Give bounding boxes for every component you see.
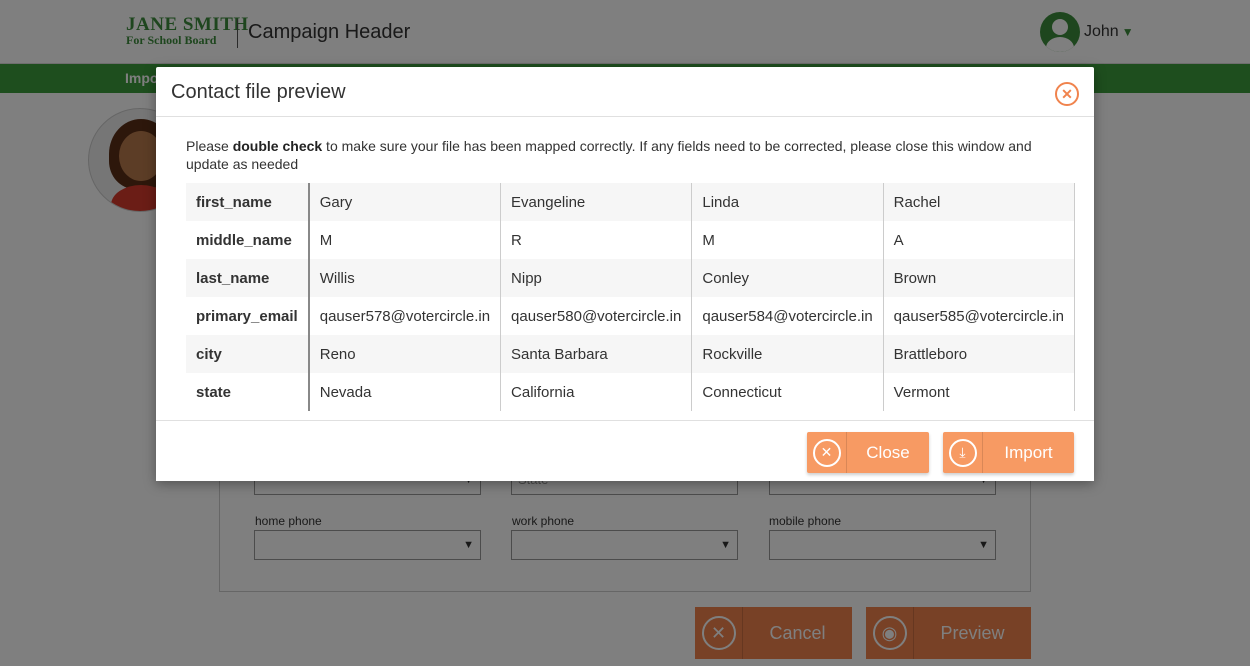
table-cell: Evangeline (500, 183, 693, 221)
table-cell: qauser580@votercircle.in (500, 297, 693, 335)
field-name: primary_email (186, 297, 310, 335)
table-row: primary_email qauser578@votercircle.in q… (186, 297, 1075, 335)
close-button-label: Close (866, 442, 910, 462)
table-cell: qauser585@votercircle.in (883, 297, 1075, 335)
field-name: city (186, 335, 310, 373)
download-icon: ⤓ (948, 438, 977, 467)
table-cell: Conley (691, 259, 884, 297)
table-row: last_name Willis Nipp Conley Brown (186, 259, 1075, 297)
field-name: state (186, 373, 310, 411)
table-cell: Brown (883, 259, 1075, 297)
field-name: last_name (186, 259, 310, 297)
table-cell: Gary (308, 183, 502, 221)
modal-header: Contact file preview ✕ (156, 67, 1094, 117)
intro-emphasis: double check (232, 138, 323, 154)
table-cell: Connecticut (691, 373, 884, 411)
table-cell: Rachel (883, 183, 1075, 221)
table-cell: Vermont (883, 373, 1075, 411)
import-button-label: Import (1004, 442, 1053, 462)
table-cell: Linda (691, 183, 884, 221)
table-cell: Nevada (308, 373, 502, 411)
table-row: first_name Gary Evangeline Linda Rachel (186, 183, 1075, 221)
table-cell: Willis (308, 259, 502, 297)
table-row: middle_name M R M A (186, 221, 1075, 259)
intro-prefix: Please (186, 138, 233, 154)
table-cell: Santa Barbara (500, 335, 693, 373)
table-cell: Reno (308, 335, 502, 373)
table-cell: qauser578@votercircle.in (308, 297, 502, 335)
table-cell: M (691, 221, 884, 259)
table-cell: Rockville (691, 335, 884, 373)
field-name: first_name (186, 183, 310, 221)
contact-preview-modal: Contact file preview ✕ Please double che… (156, 67, 1094, 481)
import-button[interactable]: ⤓ Import (943, 432, 1074, 473)
table-cell: R (500, 221, 693, 259)
intro-text: Please double check to make sure your fi… (186, 137, 1066, 173)
close-icon[interactable]: ✕ (1055, 82, 1079, 106)
preview-table: first_name Gary Evangeline Linda Rachel … (186, 183, 1075, 411)
table-row: state Nevada California Connecticut Verm… (186, 373, 1075, 411)
table-cell: Nipp (500, 259, 693, 297)
field-name: middle_name (186, 221, 310, 259)
table-row: city Reno Santa Barbara Rockville Brattl… (186, 335, 1075, 373)
close-button[interactable]: ✕ Close (807, 432, 929, 473)
table-cell: qauser584@votercircle.in (691, 297, 884, 335)
modal-title: Contact file preview (171, 81, 346, 103)
close-circle-icon: ✕ (812, 438, 841, 467)
table-cell: A (883, 221, 1075, 259)
table-cell: California (500, 373, 693, 411)
table-cell: Brattleboro (883, 335, 1075, 373)
modal-footer: ✕ Close ⤓ Import (156, 420, 1094, 481)
table-cell: M (308, 221, 502, 259)
